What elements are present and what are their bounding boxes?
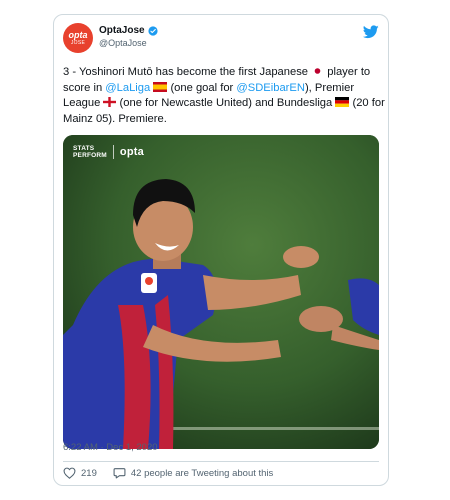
tweet-text-part-3: (one goal for [167,81,237,94]
author-display-name-row[interactable]: OptaJose [99,25,158,36]
tweet-text: 3 - Yoshinori Mutō has become the first … [63,65,385,127]
media-brand: STATS PERFORM opta [73,145,144,159]
tweet-text-part-1: 3 - Yoshinori Mutō has become the first … [63,66,312,78]
spain-flag-icon [153,81,168,92]
like-count: 219 [81,467,97,479]
stats-perform-line-1: STATS [73,145,95,152]
like-action[interactable]: 219 [63,467,97,479]
tweeting-about-text: 42 people are Tweeting about this [130,467,274,479]
author-handle[interactable]: @OptaJose [99,38,158,48]
laliga-mention-link[interactable]: @LaLiga [105,82,150,94]
stats-perform-line-2: PERFORM [73,152,107,159]
tweet-actions: 219 42 people are Tweeting about this [63,467,289,479]
tweet-text-part-5: (one for Newcastle United) and Bundeslig… [116,97,336,109]
tweet-timestamp[interactable]: 6:22 AM · Dec 1, 2020 [63,442,158,453]
author-names: OptaJose @OptaJose [99,25,158,48]
tweet-header: opta JOSE OptaJose @OptaJose [63,23,379,59]
england-flag-icon [103,97,117,107]
opta-logo: opta [119,146,144,158]
avatar-logo-subtext: JOSE [70,39,86,46]
heart-icon [63,467,76,479]
germany-flag-icon [335,97,350,107]
player-celebration-photo [63,135,379,449]
divider [63,461,379,462]
reply-bubble-icon [113,468,126,479]
tweet-card: opta JOSE OptaJose @OptaJose 3 - Yoshino… [53,14,389,486]
avatar-logo-text: opta [68,29,88,40]
author-display-name[interactable]: OptaJose [99,25,145,36]
eibar-mention-link[interactable]: @SDEibarEN [236,82,305,94]
avatar[interactable]: opta JOSE [63,23,93,53]
twitter-bird-icon[interactable] [363,25,379,39]
stats-perform-logo: STATS PERFORM [73,145,107,159]
japan-flag-icon [311,66,325,76]
tweeting-about-action[interactable]: 42 people are Tweeting about this [113,467,273,479]
brand-divider [112,145,114,159]
verified-badge-icon [147,25,158,36]
tweet-photo[interactable]: STATS PERFORM opta [63,135,379,449]
